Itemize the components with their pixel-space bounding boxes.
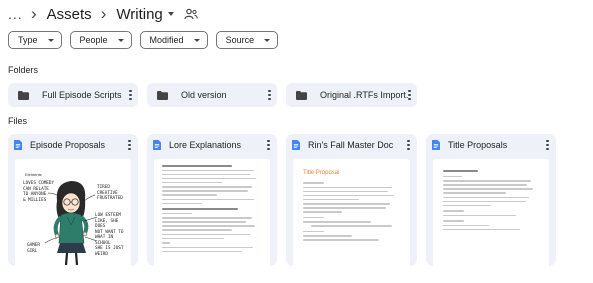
more-options-icon[interactable]	[267, 139, 270, 151]
file-card[interactable]: Rin's Fall Master Doc Title Proposal	[286, 134, 417, 266]
folder-name: Original .RTFs Import...	[320, 90, 408, 100]
folder-icon	[157, 90, 168, 100]
google-docs-icon	[14, 140, 22, 150]
chevron-right-icon: ›	[100, 4, 107, 23]
breadcrumb-item-assets[interactable]: Assets	[47, 6, 92, 23]
breadcrumb: ... › Assets › Writing	[8, 4, 198, 24]
file-name: Lore Explanations	[169, 140, 242, 150]
filter-modified[interactable]: Modified	[139, 31, 208, 49]
shared-people-icon[interactable]	[184, 8, 198, 20]
breadcrumb-overflow-button[interactable]: ...	[8, 7, 22, 21]
filter-type[interactable]: Type	[8, 31, 62, 49]
folder-name: Old version	[181, 90, 227, 100]
caret-down-icon[interactable]	[167, 12, 174, 16]
more-options-icon[interactable]	[128, 139, 131, 151]
caret-down-icon	[117, 38, 124, 42]
document-thumbnail	[154, 159, 270, 266]
chevron-right-icon: ›	[31, 4, 37, 23]
filter-source[interactable]: Source	[215, 31, 279, 49]
folder-card[interactable]: Original .RTFs Import...	[286, 83, 417, 107]
file-name: Rin's Fall Master Doc	[308, 140, 394, 150]
breadcrumb-item-writing[interactable]: Writing	[116, 6, 162, 23]
more-options-icon[interactable]	[407, 139, 410, 151]
sketch-note: FRUSTRATED	[97, 196, 123, 202]
sketch-note: WHAT IN SCHOOL	[95, 235, 114, 246]
filter-label: Source	[225, 35, 255, 45]
google-docs-icon	[153, 140, 161, 150]
document-thumbnail: Elements LOVES COMEDY CAN RELATE TO ANYO…	[15, 159, 131, 266]
google-docs-icon	[432, 140, 440, 150]
document-thumbnail: Title Proposal	[293, 159, 410, 266]
file-card[interactable]: Lore Explanations	[147, 134, 277, 266]
filter-label: Type	[18, 35, 38, 45]
sketch-note: GIRL	[27, 248, 38, 254]
filter-label: Modified	[149, 35, 184, 45]
file-card[interactable]: Title Proposals	[426, 134, 556, 266]
document-thumbnail	[433, 159, 549, 266]
sketch-note: WEIRD	[95, 251, 108, 257]
more-options-icon[interactable]	[268, 89, 271, 101]
more-options-icon[interactable]	[408, 89, 411, 101]
sketch-note: LOVES COMEDY	[23, 181, 55, 186]
folder-card[interactable]: Old version	[147, 83, 277, 107]
section-heading-files: Files	[8, 116, 28, 126]
thumbnail-heading: Title Proposal	[303, 170, 340, 176]
caret-down-icon	[47, 38, 54, 42]
folder-icon	[296, 90, 307, 100]
more-options-icon[interactable]	[129, 89, 132, 101]
caret-down-icon	[193, 38, 200, 42]
folder-name: Full Episode Scripts	[42, 90, 122, 100]
section-heading-folders: Folders	[8, 65, 39, 75]
filter-bar: Type People Modified Source	[8, 31, 279, 49]
sketch-note: GAMER	[27, 243, 40, 248]
file-name: Title Proposals	[448, 140, 508, 150]
filter-people[interactable]: People	[69, 31, 132, 49]
google-docs-icon	[292, 140, 300, 150]
sketch-note: & MILLIES	[23, 197, 47, 203]
filter-label: People	[79, 35, 108, 45]
file-card[interactable]: Episode Proposals Elements LOVES COMEDY …	[8, 134, 138, 266]
more-options-icon[interactable]	[546, 139, 549, 151]
sketch-note: LIKE, SHE DOES	[95, 218, 119, 230]
caret-down-icon	[264, 38, 271, 42]
folder-card[interactable]: Full Episode Scripts	[8, 83, 138, 107]
file-name: Episode Proposals	[30, 140, 106, 150]
folder-icon	[18, 90, 29, 100]
